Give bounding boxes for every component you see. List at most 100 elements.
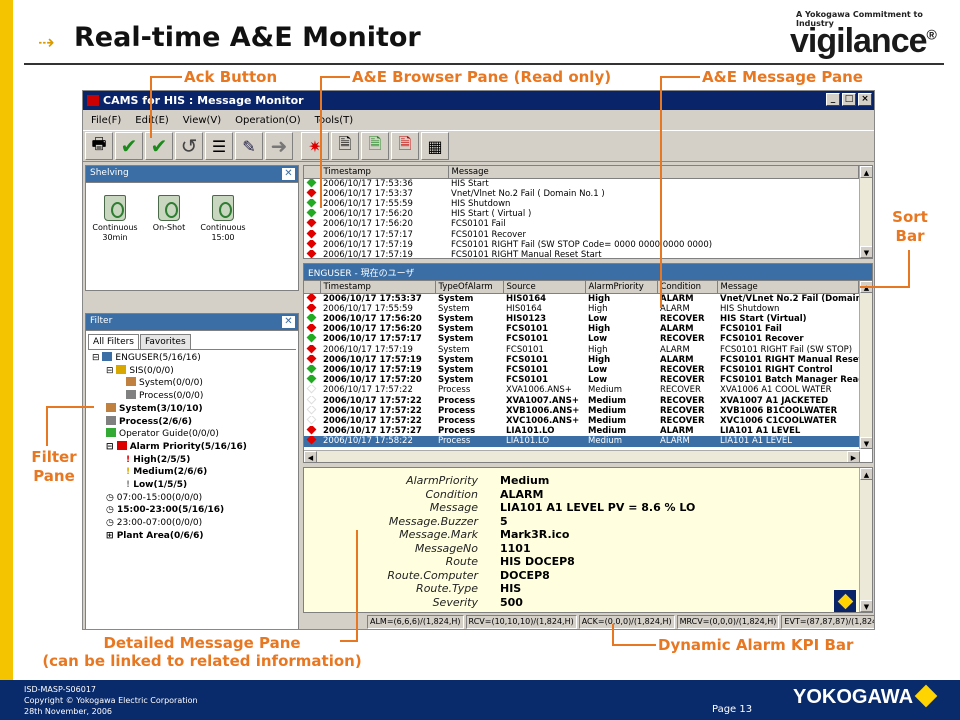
close-shelving-button[interactable]: ✕ [281,167,296,181]
table-row[interactable]: 2006/10/17 17:56:20 FCS0101 Fail [304,219,859,229]
detail-key: Route.Type [416,582,478,595]
tree-node[interactable]: System(0/0/0) [92,377,296,390]
detail-toggle-button[interactable]: 🗎 [391,132,419,160]
tree-node[interactable]: ! Low(1/5/5) [92,479,296,492]
message-scrollbar[interactable]: ▲ ▼ [859,281,872,449]
ack-button[interactable]: ✔ [115,132,143,160]
edit-list-button[interactable]: ✎ [235,132,263,160]
system-icon [126,377,136,387]
table-row[interactable]: 2006/10/17 17:55:59 System HIS0164 High ALAR… [304,303,859,314]
scroll-down-icon[interactable]: ▼ [860,600,872,612]
document-green-icon: 🗎 [368,133,382,153]
tree-node[interactable]: System(3/10/10) [92,402,296,416]
tree-node[interactable]: ◷ 23:00-07:00(0/0/0) [92,517,296,530]
detail-value: 500 [500,595,523,609]
print-button[interactable]: 🖶 [85,132,113,160]
tree-node[interactable]: Process(0/0/0) [92,390,296,403]
alarm-mark-icon[interactable] [834,590,856,612]
layout-button[interactable]: ▦ [421,132,449,160]
tree-node[interactable]: ◷ 07:00-15:00(0/0/0) [92,492,296,505]
table-row[interactable]: 2006/10/17 17:58:22 Process LIA101.LO Mediu… [304,436,859,447]
browser-toggle-button[interactable]: 🗎 [331,132,359,160]
table-row[interactable]: 2006/10/17 17:56:20 System FCS0101 High ALAR… [304,324,859,334]
message-hscrollbar[interactable]: ◀ ▶ [304,450,860,462]
close-window-button[interactable]: × [858,93,872,106]
shelf-item-continuous-30min[interactable]: Continuous 30min [92,195,138,243]
table-row[interactable]: 2006/10/17 17:53:36 HIS Start [304,178,859,189]
tree-node[interactable]: ⊟ SIS(0/0/0) [92,364,296,378]
table-row[interactable]: 2006/10/17 17:57:19 FCS0101 RIGHT Manual … [304,249,859,258]
tree-node[interactable]: ⊞ Plant Area(0/6/6) [92,530,296,543]
red-diamond-icon [306,293,317,302]
table-row[interactable]: 2006/10/17 17:57:22 Process XVA1007.ANS+ Me… [304,395,859,406]
browser-table: Timestamp Message 2006/10/17 17:53:36 HIS… [304,166,859,258]
callout-line [860,286,910,288]
detail-key: AlarmPriority [406,474,478,487]
tab-favorites[interactable]: Favorites [140,334,191,349]
message-col-priority[interactable]: AlarmPriority [585,281,658,294]
message-col-condition[interactable]: Condition [657,281,718,294]
detail-scrollbar[interactable]: ▲ ▼ [859,468,872,612]
table-row[interactable]: 2006/10/17 17:57:17 FCS0101 Recover [304,229,859,240]
message-toggle-button[interactable]: 🗎 [361,132,389,160]
tree-node[interactable]: ! Medium(2/6/6) [92,466,296,479]
close-filter-button[interactable]: ✕ [281,315,296,329]
menu-file[interactable]: File(F) [91,115,121,126]
browser-col-message[interactable]: Message [448,166,859,179]
table-row[interactable]: 2006/10/17 17:55:59 HIS Shutdown [304,198,859,209]
undo-button[interactable]: ↺ [175,132,203,160]
tab-all-filters[interactable]: All Filters [88,334,139,349]
table-cell: System [438,313,474,324]
alert-button[interactable]: ✷ [301,132,329,160]
table-row[interactable]: 2006/10/17 17:57:20 System FCS0101 Low RECOV… [304,375,859,385]
callout-line [320,76,350,78]
table-row[interactable]: 2006/10/17 17:57:19 System FCS0101 Low RECOV… [304,364,859,375]
table-row[interactable]: 2006/10/17 17:57:17 System FCS0101 Low RECOV… [304,334,859,344]
shelf-item-continuous-1500[interactable]: Continuous 15:00 [200,195,246,243]
tree-node[interactable]: ⊟ Alarm Priority(5/16/16) [92,440,296,454]
scroll-down-icon[interactable]: ▼ [860,437,872,449]
table-row[interactable]: 2006/10/17 17:57:19 System FCS0101 High ALAR… [304,354,859,365]
tree-node[interactable]: Process(2/6/6) [92,415,296,429]
tree-node[interactable]: Operator Guide(0/0/0) [92,428,296,441]
scroll-up-icon[interactable]: ▲ [860,166,872,178]
table-row[interactable]: 2006/10/17 17:57:22 Process XVA1006.ANS+ Me… [304,385,859,395]
table-cell: 2006/10/17 17:57:19 [323,354,422,365]
tree-node[interactable]: ◷ 15:00-23:00(5/16/16) [92,504,296,517]
message-col-message[interactable]: Message [717,281,859,294]
menu-view[interactable]: View(V) [183,115,221,126]
minimize-button[interactable]: _ [826,93,840,106]
message-col-type[interactable]: TypeOfAlarm [435,281,504,294]
tree-node[interactable]: ! High(2/5/5) [92,454,296,467]
table-row[interactable]: 2006/10/17 17:53:37 System HIS0164 High ALAR… [304,293,859,304]
table-row[interactable]: 2006/10/17 17:57:27 Process LIA101.LO Mediu… [304,426,859,436]
scroll-right-icon[interactable]: ▶ [847,451,860,462]
scroll-left-icon[interactable]: ◀ [304,451,317,462]
scroll-down-icon[interactable]: ▼ [860,246,872,258]
menu-edit[interactable]: Edit(E) [135,115,169,126]
shelving-title: Shelving [90,168,129,178]
message-col-marker[interactable] [304,281,321,294]
browser-col-marker[interactable] [304,166,321,179]
table-row[interactable]: 2006/10/17 17:53:37 Vnet/Vlnet No.2 Fail … [304,188,859,199]
message-col-source[interactable]: Source [503,281,586,294]
menu-operation[interactable]: Operation(O) [235,115,300,126]
browser-col-timestamp[interactable]: Timestamp [320,166,449,179]
message-col-timestamp[interactable]: Timestamp [320,281,436,294]
table-row[interactable]: 2006/10/17 17:57:22 Process XVB1006.ANS+ Me… [304,405,859,416]
detail-row: AlarmPriority Medium [304,474,872,488]
table-row[interactable]: 2006/10/17 17:56:20 HIS Start ( Virtual ) [304,209,859,219]
table-row[interactable]: 2006/10/17 17:56:20 System HIS0123 Low RECOV… [304,313,859,324]
row-marker [304,334,320,344]
table-cell: High [588,324,611,335]
list-button[interactable]: ☰ [205,132,233,160]
shelf-item-on-shot[interactable]: On-Shot [146,195,192,243]
tree-node[interactable]: ⊟ ENGUSER(5/16/16) [92,352,296,365]
table-row[interactable]: 2006/10/17 17:57:19 System FCS0101 High ALAR… [304,344,859,355]
browser-scrollbar[interactable]: ▲ ▼ [859,166,872,258]
scroll-up-icon[interactable]: ▲ [860,468,872,480]
table-row[interactable]: 2006/10/17 17:57:22 Process XVC1006.ANS+ Me… [304,415,859,426]
forward-button[interactable]: ➜ [265,132,293,160]
table-row[interactable]: 2006/10/17 17:57:19 FCS0101 RIGHT Fail (S… [304,239,859,250]
maximize-button[interactable]: □ [842,93,856,106]
